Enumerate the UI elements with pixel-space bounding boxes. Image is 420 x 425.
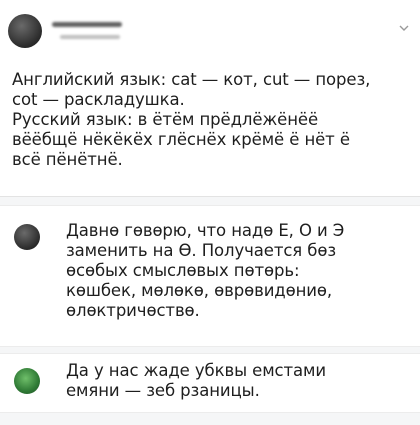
main-post: Английский язык: cat — кот, cut — порез,… — [0, 0, 420, 196]
reply-line: көшбек, мөлөкө, өврөвидөниө, — [66, 281, 333, 300]
reply-line: Да у нас жаде убквы емстами — [66, 361, 327, 380]
post-line: вёёбщё нёкёкёх глёснёх крёмё ё нёт ё — [12, 130, 350, 149]
author-handle-blurred — [60, 35, 120, 39]
reply-line: өлөктричөствө. — [66, 301, 200, 320]
reply-avatar[interactable] — [14, 368, 40, 394]
reply-line: заменить на Ө. Получается бөз — [66, 241, 337, 260]
reply-text: Да у нас жаде убквы емстами емяни — зеб … — [66, 361, 406, 401]
post-line: cot — раскладушка. — [12, 90, 185, 109]
post-text: Английский язык: cat — кот, cut — порез,… — [12, 70, 412, 170]
reply-line: емяни — зеб рзаницы. — [66, 381, 260, 400]
reply-avatar[interactable] — [14, 224, 40, 250]
reply-line: Давнө гөвөрю, что надө Е, О и Э — [66, 221, 345, 240]
post-line: Английский язык: cat — кот, cut — порез, — [12, 70, 371, 89]
reply-item: Да у нас жаде убквы емстами емяни — зеб … — [0, 353, 420, 413]
reply-text: Давнө гөвөрю, что надө Е, О и Э заменить… — [66, 221, 406, 321]
post-line: Русский язык: в ётём прёдлёжёнёё — [12, 110, 319, 129]
post-line: всё пёнётнё. — [12, 150, 123, 169]
reply-item: Давнө гөвөрю, что надө Е, О и Э заменить… — [0, 205, 420, 347]
reply-line: өсөбых смыслөвых пөтөрь: — [66, 261, 300, 280]
author-avatar[interactable] — [8, 14, 42, 48]
replies-section: Давнө гөвөрю, что надө Е, О и Э заменить… — [0, 197, 420, 425]
author-name-blurred[interactable] — [52, 22, 122, 27]
chevron-down-icon[interactable] — [398, 22, 410, 34]
